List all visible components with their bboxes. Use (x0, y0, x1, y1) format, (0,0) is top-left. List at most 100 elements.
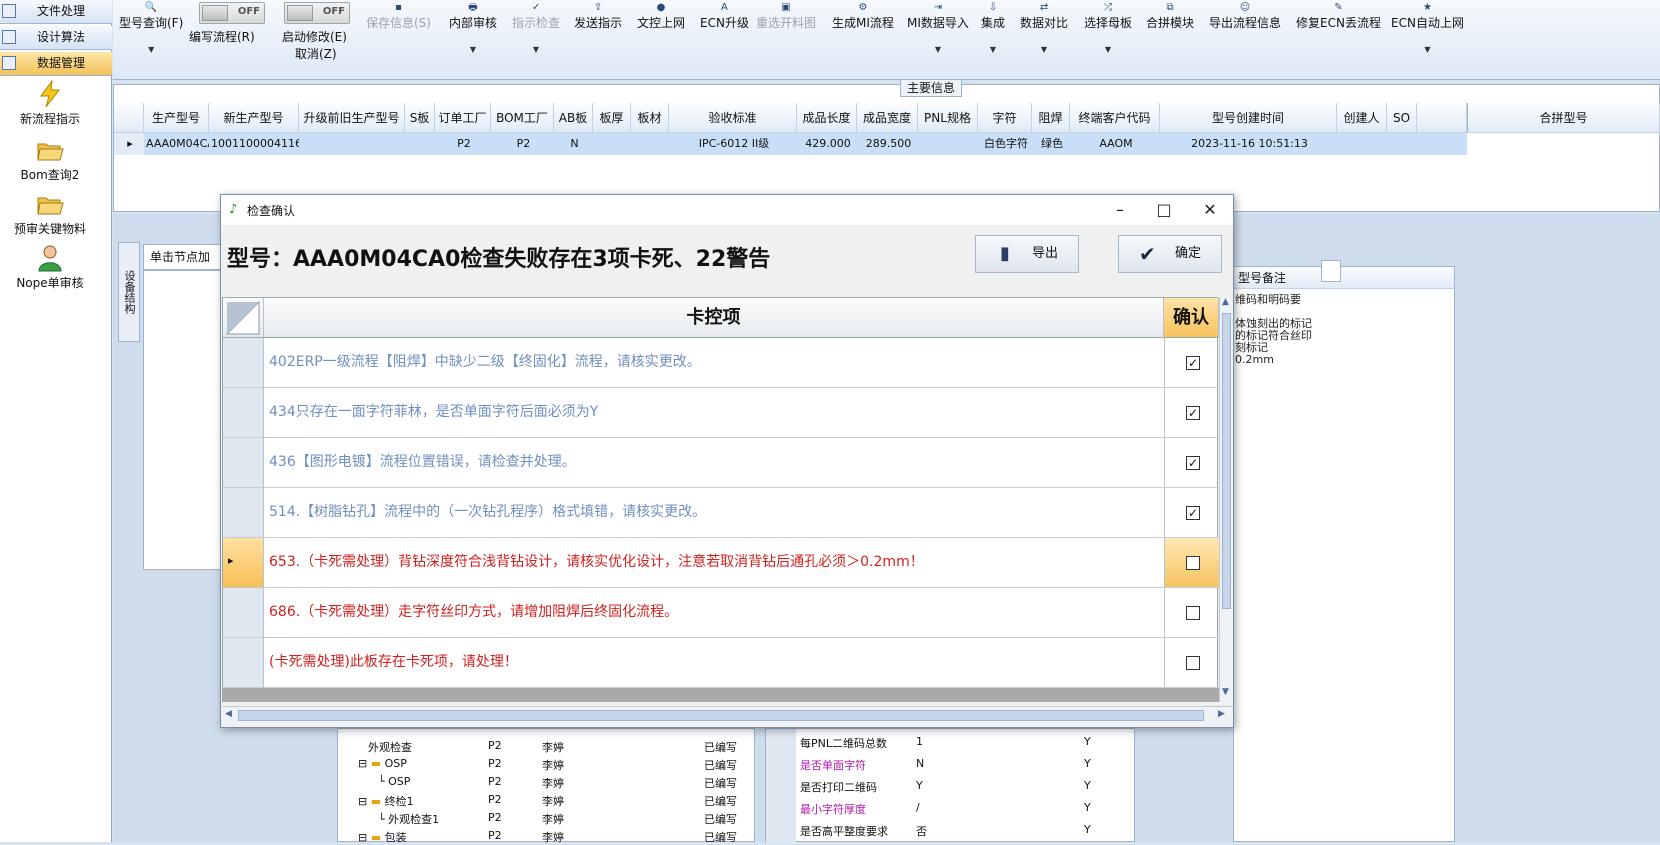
scroll-left-icon[interactable]: ◀ (225, 709, 232, 719)
col-header[interactable]: SO (1387, 103, 1417, 133)
ok-button[interactable]: ✔ 确定 (1118, 235, 1222, 273)
table-cell[interactable] (405, 133, 435, 155)
col-header[interactable]: 订单工厂 (435, 103, 491, 133)
table-cell[interactable] (631, 133, 669, 155)
table-cell[interactable] (593, 133, 631, 155)
bom-query-button[interactable]: Bom查询2 (0, 136, 100, 183)
tree-node[interactable]: └ OSP (378, 775, 410, 788)
col-header[interactable]: 字符 (978, 103, 1032, 133)
reselect-cut-drawing-button[interactable]: ▣ 重选开料图 (756, 2, 816, 31)
table-cell[interactable]: 绿色 (1032, 133, 1070, 155)
table-cell[interactable]: AAA0M04CA0 (144, 133, 209, 155)
col-header[interactable]: 验收标准 (669, 103, 797, 133)
confirm-checkbox[interactable]: ✓ (1186, 456, 1200, 470)
col-header[interactable]: 成品宽度 (857, 103, 918, 133)
col-header[interactable]: 生产型号 (144, 103, 209, 133)
col-header[interactable]: 板厚 (593, 103, 631, 133)
select-all-corner[interactable] (223, 298, 264, 338)
scroll-thumb[interactable] (238, 710, 1204, 721)
confirm-checkbox[interactable] (1186, 556, 1200, 570)
tree-node[interactable]: ⊟ ▬ OSP (358, 757, 407, 770)
model-query-button[interactable]: 🔍 型号查询(F) ▼ (119, 2, 183, 54)
table-row[interactable]: ▸ 653.（卡死需处理）背钻深度符合浅背钻设计，请核实优化设计，注意若取消背钻… (223, 538, 1219, 588)
table-cell[interactable]: 2023-11-16 10:51:13 (1160, 133, 1337, 155)
data-compare-button[interactable]: ⇄ 数据对比 ▼ (1020, 2, 1068, 54)
vertical-scrollbar[interactable]: ▲ ▼ (1219, 297, 1233, 702)
nav-file[interactable]: 文件处理 (0, 0, 112, 24)
close-icon[interactable]: ✕ (1198, 199, 1222, 221)
table-cell[interactable]: P2 (491, 133, 554, 155)
table-cell[interactable] (1337, 133, 1387, 155)
table-cell[interactable]: AAOM (1070, 133, 1160, 155)
table-row[interactable]: 686.（卡死需处理）走字符丝印方式，请增加阻焊后终固化流程。 (223, 588, 1219, 638)
col-header[interactable]: 阻焊 (1032, 103, 1070, 133)
scroll-down-icon[interactable]: ▼ (1222, 687, 1229, 697)
control-item-header[interactable]: 卡控项 (264, 298, 1164, 338)
col-header[interactable]: 成品长度 (797, 103, 857, 133)
table-row[interactable]: 434只存在一面字符菲林，是否单面字符后面必须为Y ✓ (223, 388, 1219, 438)
generate-mi-flow-button[interactable]: ⚙ 生成MI流程 (832, 2, 894, 31)
col-header[interactable]: 板材 (631, 103, 669, 133)
mi-data-import-button[interactable]: ⇥ MI数据导入 ▼ (907, 2, 969, 54)
col-header[interactable]: 终端客户代码 (1070, 103, 1160, 133)
table-cell[interactable]: 289.500 (857, 133, 918, 155)
col-header[interactable]: 新生产型号 (209, 103, 299, 133)
table-row[interactable]: 402ERP一级流程【阻焊】中缺少二级【终固化】流程，请核实更改。 ✓ (223, 338, 1219, 388)
horizontal-scrollbar[interactable]: ◀ ▶ (222, 706, 1233, 724)
ecn-auto-online-button[interactable]: ★ ECN自动上网 ▼ (1391, 2, 1464, 54)
export-flow-info-button[interactable]: ☺ 导出流程信息 (1209, 2, 1281, 31)
export-button[interactable]: ▮ 导出 (975, 235, 1079, 273)
nav-data[interactable]: 数据管理 (0, 52, 112, 76)
col-header[interactable]: AB板 (554, 103, 593, 133)
table-cell[interactable] (918, 133, 978, 155)
table-cell[interactable]: IPC-6012 II级 (669, 133, 797, 155)
maximize-icon[interactable]: □ (1152, 199, 1176, 221)
col-header[interactable]: 升级前旧生产型号 (299, 103, 405, 133)
scroll-up-icon[interactable]: ▲ (1222, 297, 1229, 307)
cancel-label[interactable]: 取消(Z) (295, 45, 337, 62)
table-cell[interactable]: 10011000041167 (209, 133, 299, 155)
confirm-checkbox[interactable]: ✓ (1186, 406, 1200, 420)
nope-review-button[interactable]: Nope单审核 (0, 244, 100, 291)
col-header[interactable]: 创建人 (1337, 103, 1387, 133)
confirm-checkbox[interactable]: ✓ (1186, 506, 1200, 520)
confirm-checkbox[interactable] (1186, 606, 1200, 620)
table-cell[interactable] (1387, 133, 1417, 155)
table-row[interactable]: (卡死需处理)此板存在卡死项，请处理！ (223, 638, 1219, 688)
instruction-check-button[interactable]: ✓ 指示检查 ▼ (512, 2, 560, 54)
device-structure-tab[interactable]: 设备结构 (118, 242, 140, 342)
table-row[interactable]: 436【图形电镀】流程位置错误，请检查并处理。 ✓ (223, 438, 1219, 488)
table-cell[interactable]: 白色字符 (978, 133, 1032, 155)
ecn-upgrade-button[interactable]: A ECN升级 (700, 2, 749, 31)
nav-design[interactable]: 设计算法 (0, 26, 112, 50)
confirm-checkbox[interactable] (1186, 656, 1200, 670)
scroll-thumb[interactable] (1222, 313, 1231, 609)
table-cell[interactable]: P2 (435, 133, 491, 155)
col-header[interactable]: BOM工厂 (491, 103, 554, 133)
col-header[interactable]: S板 (405, 103, 435, 133)
col-header[interactable]: PNL规格 (918, 103, 978, 133)
write-flow-toggle[interactable]: OFF (199, 2, 265, 24)
col-header[interactable]: 型号创建时间 (1160, 103, 1337, 133)
table-row[interactable]: 514.【树脂钻孔】流程中的（一次钻孔程序）格式填错，请核实更改。 ✓ (223, 488, 1219, 538)
confirm-checkbox[interactable]: ✓ (1186, 356, 1200, 370)
select-motherboard-button[interactable]: ⤮ 选择母板 ▼ (1084, 2, 1132, 54)
new-flow-button[interactable]: 新流程指示 (0, 80, 100, 127)
repair-ecn-flow-button[interactable]: ✎ 修复ECN丢流程 (1296, 2, 1381, 31)
confirm-header[interactable]: 确认 (1164, 298, 1219, 338)
doc-control-online-button[interactable]: ● 文控上网 (637, 2, 685, 31)
merge-module-button[interactable]: ⧉ 合拼模块 (1146, 2, 1194, 31)
tree-node[interactable]: └ 外观检查1 (378, 811, 439, 827)
scroll-right-icon[interactable]: ▶ (1218, 709, 1225, 719)
merge-model-header[interactable]: 合拼型号 (1467, 103, 1660, 133)
internal-review-button[interactable]: 🖶 内部审核 ▼ (449, 2, 497, 54)
integrate-button[interactable]: ⇩ 集成 ▼ (981, 2, 1005, 54)
start-edit-toggle[interactable]: OFF (284, 2, 350, 24)
node-click-tab[interactable]: 单击节点加 (143, 244, 223, 270)
table-cell[interactable] (299, 133, 405, 155)
tree-node[interactable]: 外观检查 (368, 739, 412, 755)
table-cell[interactable]: N (554, 133, 593, 155)
tree-node[interactable]: ⊟ ▬ 终检1 (358, 793, 414, 809)
save-info-button[interactable]: ▪ 保存信息(S) (366, 2, 431, 31)
tree-node[interactable]: ⊟ ▬ 包装 (358, 829, 407, 845)
